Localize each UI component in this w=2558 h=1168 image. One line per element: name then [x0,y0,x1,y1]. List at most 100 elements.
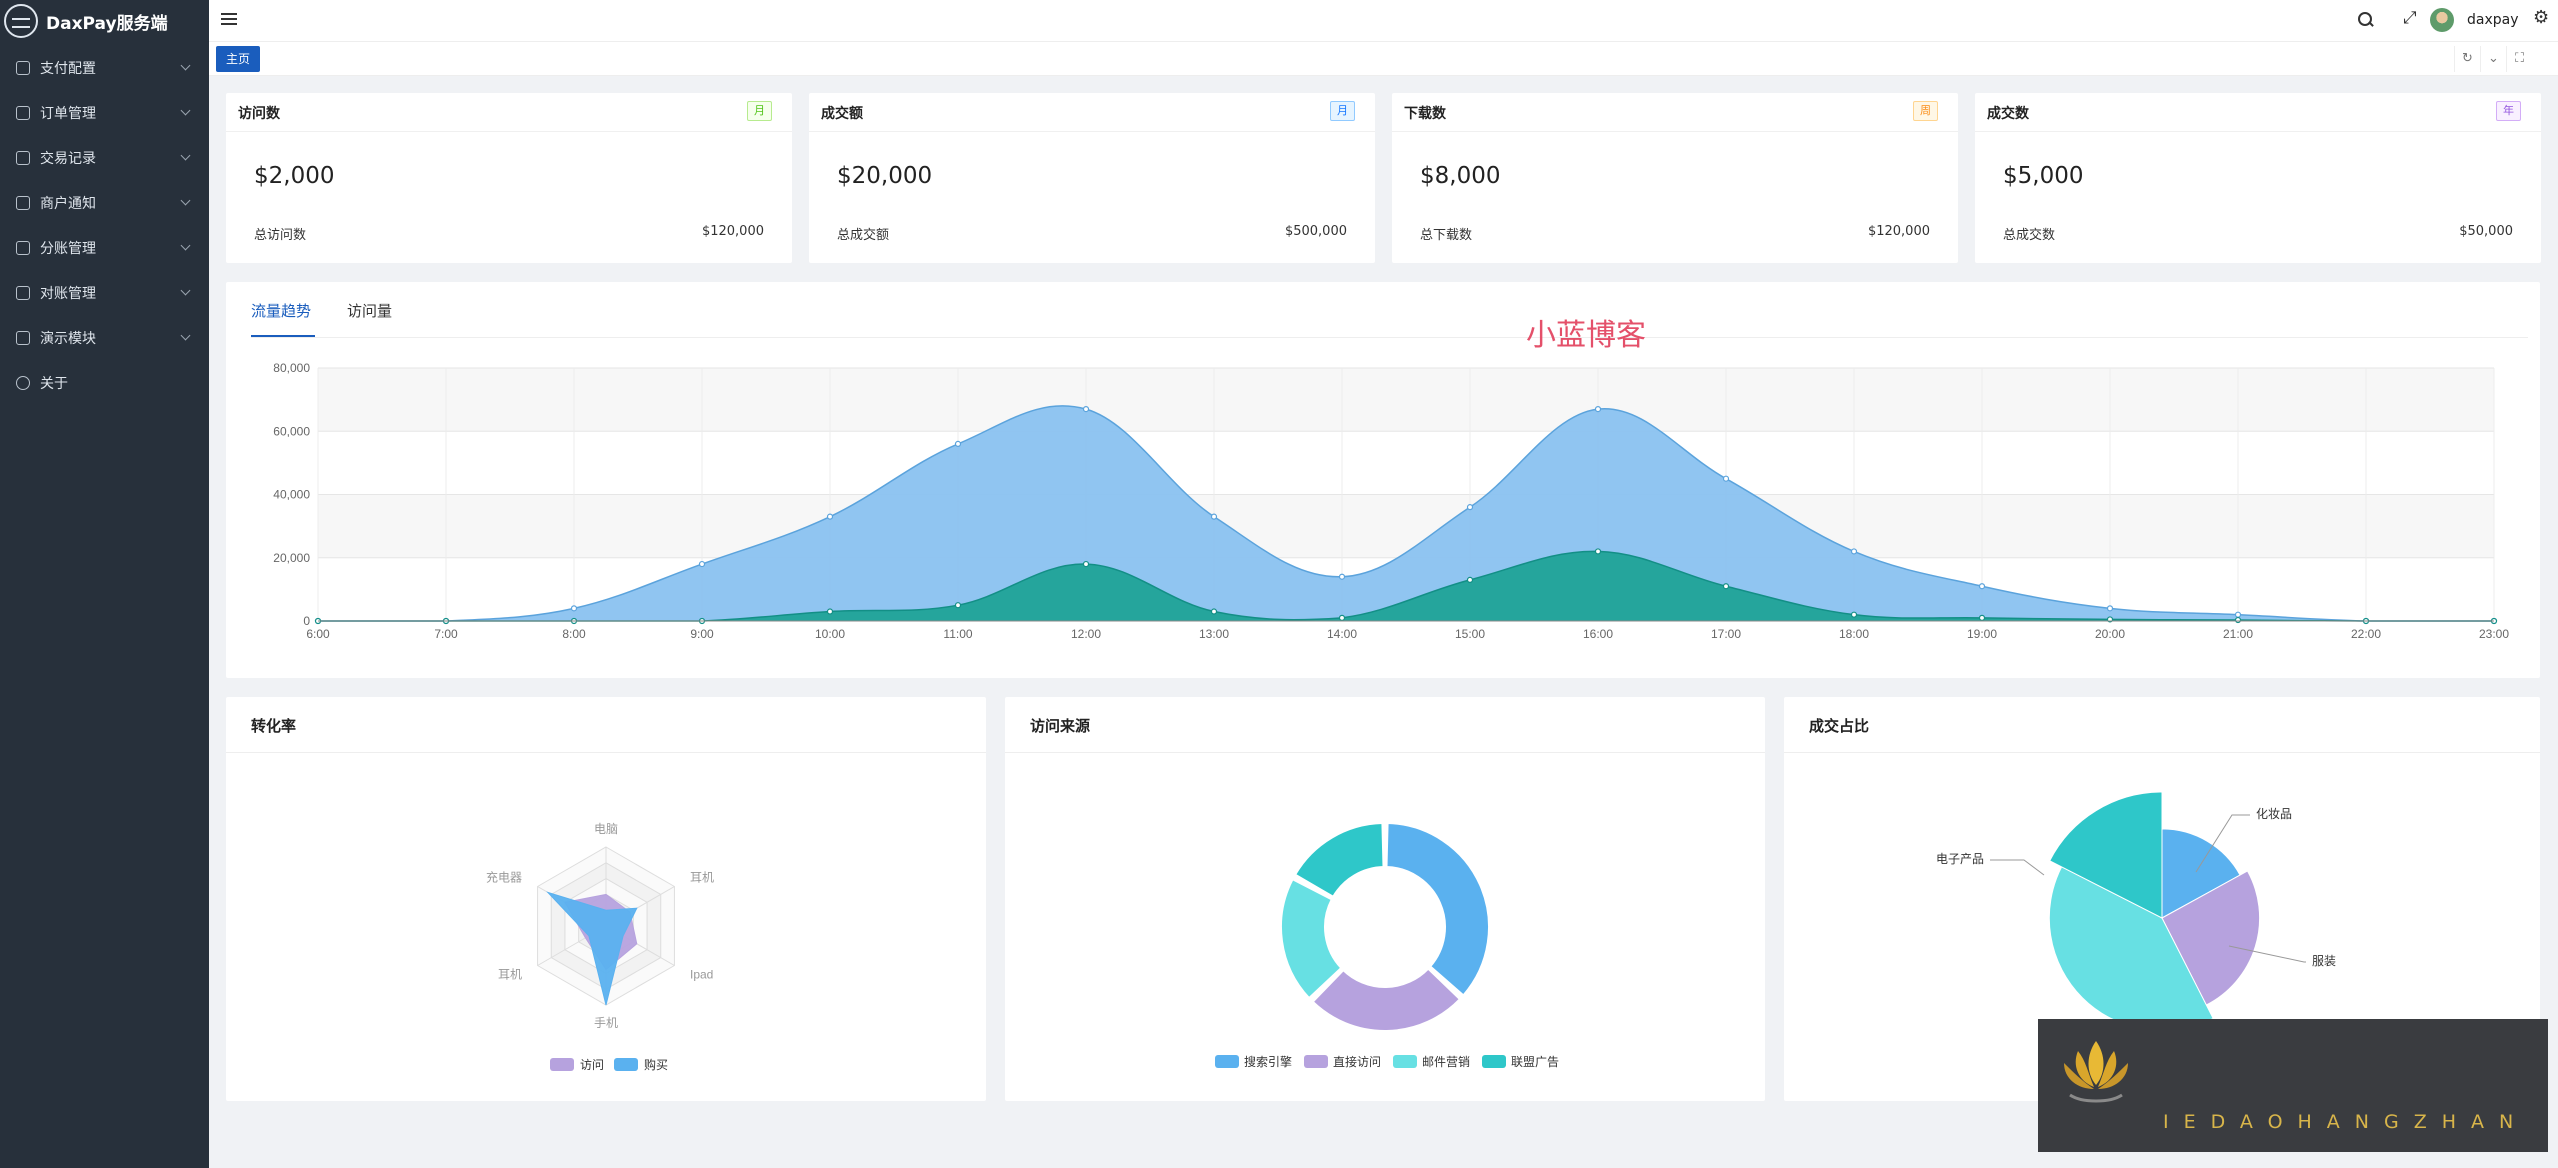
legend-swatch [1304,1055,1328,1068]
x-tick-label: 7:00 [434,627,458,641]
chevron-down-icon [180,285,191,296]
donut-slice [1385,822,1490,997]
series-1-point [1850,611,1858,618]
chevron-down-icon [180,60,191,71]
card-title: 访问来源 [1030,717,1091,735]
series-0-point [1978,583,1986,590]
stat-card-deal-count: 成交数 年 $5,000 总成交数 $50,000 [1975,93,2541,263]
tab-traffic-trend[interactable]: 流量趋势 [251,300,311,321]
divider [809,131,1375,132]
sidebar-item-label: 订单管理 [40,105,96,122]
series-1-point [2234,616,2242,624]
x-tick-label: 19:00 [1967,627,1997,641]
series-0-point [570,605,578,612]
chevron-down-icon[interactable]: ⌄ [2480,46,2506,72]
y-tick-label: 0 [303,614,310,628]
legend-swatch [614,1058,638,1071]
legend-swatch [550,1058,574,1071]
radar-indicator-label: 充电器 [486,870,522,885]
rose-label: 化妆品 [2256,807,2292,821]
radar-indicator-label: 耳机 [690,871,714,885]
legend-label: 购买 [644,1057,668,1072]
avatar[interactable] [2430,8,2454,32]
sidebar-item-order-management[interactable]: 订单管理 [0,90,209,135]
series-0-point [826,513,834,520]
tab-visits[interactable]: 访问量 [347,300,392,321]
sidebar-item-label: 关于 [40,375,68,392]
legend-label: 联盟广告 [1511,1055,1559,1069]
x-tick-label: 18:00 [1839,627,1869,641]
stat-card-deal-amount: 成交额 月 $20,000 总成交额 $500,000 [809,93,1375,263]
x-tick-label: 9:00 [690,627,714,641]
divider [226,752,986,753]
gear-icon[interactable] [2532,7,2552,30]
tab-home[interactable]: 主页 [216,46,261,72]
sidebar-item-merchant-notify[interactable]: 商户通知 [0,180,209,225]
series-1-point [954,602,962,609]
fullscreen-content-icon[interactable]: ⛶ [2506,46,2532,72]
sidebar-item-label: 支付配置 [40,60,96,77]
series-0-point [1594,406,1602,413]
card-title: 成交占比 [1809,717,1870,735]
x-tick-label: 15:00 [1455,627,1485,641]
reconcile-icon [16,285,30,300]
megaphone-icon [16,195,30,210]
x-tick-label: 17:00 [1711,627,1741,641]
x-tick-label: 14:00 [1327,627,1357,641]
stat-title: 访问数 [238,106,280,122]
divider [1784,752,2540,753]
series-0-point [2106,605,2114,612]
chevron-down-icon [180,105,191,116]
sidebar-item-demo-module[interactable]: 演示模块 [0,315,209,360]
app-logo[interactable]: DaxPay服务端 [0,0,209,42]
stat-total-label: 总下载数 [1420,228,1473,243]
traffic-area-chart: 0 20,000 40,000 60,000 80,000 6:00 7:00 8:00 9:0… [273,361,2509,641]
top-header: daxpay [209,0,2558,42]
username[interactable]: daxpay [2467,12,2519,28]
stat-total-value: $50,000 [2459,224,2513,239]
x-tick-label: 23:00 [2479,627,2509,641]
stat-title: 成交数 [1987,106,2029,122]
app-title: DaxPay服务端 [46,13,168,34]
stat-total-value: $120,000 [1867,224,1930,239]
sidebar-menu: 支付配置 订单管理 交易记录 商户通知 分账管理 对账管理 演示模块 关于 [0,45,209,405]
chevron-down-icon [180,240,191,251]
conversion-card: 电脑 耳机 Ipad 手机 耳机 充电器 访问 购买 转化率 [226,697,986,1101]
sidebar-item-transaction-records[interactable]: 交易记录 [0,135,209,180]
stat-value: $2,000 [254,163,335,189]
x-tick-label: 22:00 [2351,627,2381,641]
divider [226,131,792,132]
order-icon [16,105,30,120]
lotus-logo-icon [2064,1041,2128,1103]
sidebar-item-label: 交易记录 [40,150,96,167]
sidebar-item-payment-config[interactable]: 支付配置 [0,45,209,90]
stat-total-label: 总成交额 [837,228,890,243]
menu-fold-icon[interactable] [221,13,237,27]
sidebar-item-about[interactable]: 关于 [0,360,209,405]
series-0-point [1850,548,1858,555]
rose-label-line [1990,859,2045,876]
chevron-down-icon [180,330,191,341]
traffic-card: 0 20,000 40,000 60,000 80,000 6:00 7:00 8:00 9:0… [226,282,2540,678]
search-icon[interactable] [2356,10,2376,30]
radar-indicator-label: 手机 [594,1016,618,1030]
x-tick-label: 10:00 [815,627,845,641]
series-0-point [698,560,706,568]
watermark-text: 小蓝博客 [1526,318,1646,353]
donut-slice [1311,967,1462,1032]
stat-total-label: 总成交数 [2003,228,2056,243]
period-badge: 月 [1330,101,1355,121]
sidebar-item-split-management[interactable]: 分账管理 [0,225,209,270]
series-1-point [826,608,834,615]
refresh-icon[interactable]: ↻ [2454,46,2480,72]
sidebar-item-reconcile-management[interactable]: 对账管理 [0,270,209,315]
y-tick-label: 80,000 [273,361,310,375]
x-tick-label: 13:00 [1199,627,1229,641]
legend-label: 搜索引擎 [1244,1054,1292,1069]
sidebar-item-label: 商户通知 [40,195,96,212]
fullscreen-icon[interactable] [2401,8,2421,30]
info-icon [16,375,30,390]
x-tick-label: 8:00 [562,627,586,641]
sidebar-item-label: 演示模块 [40,330,96,347]
period-badge: 月 [747,101,772,121]
